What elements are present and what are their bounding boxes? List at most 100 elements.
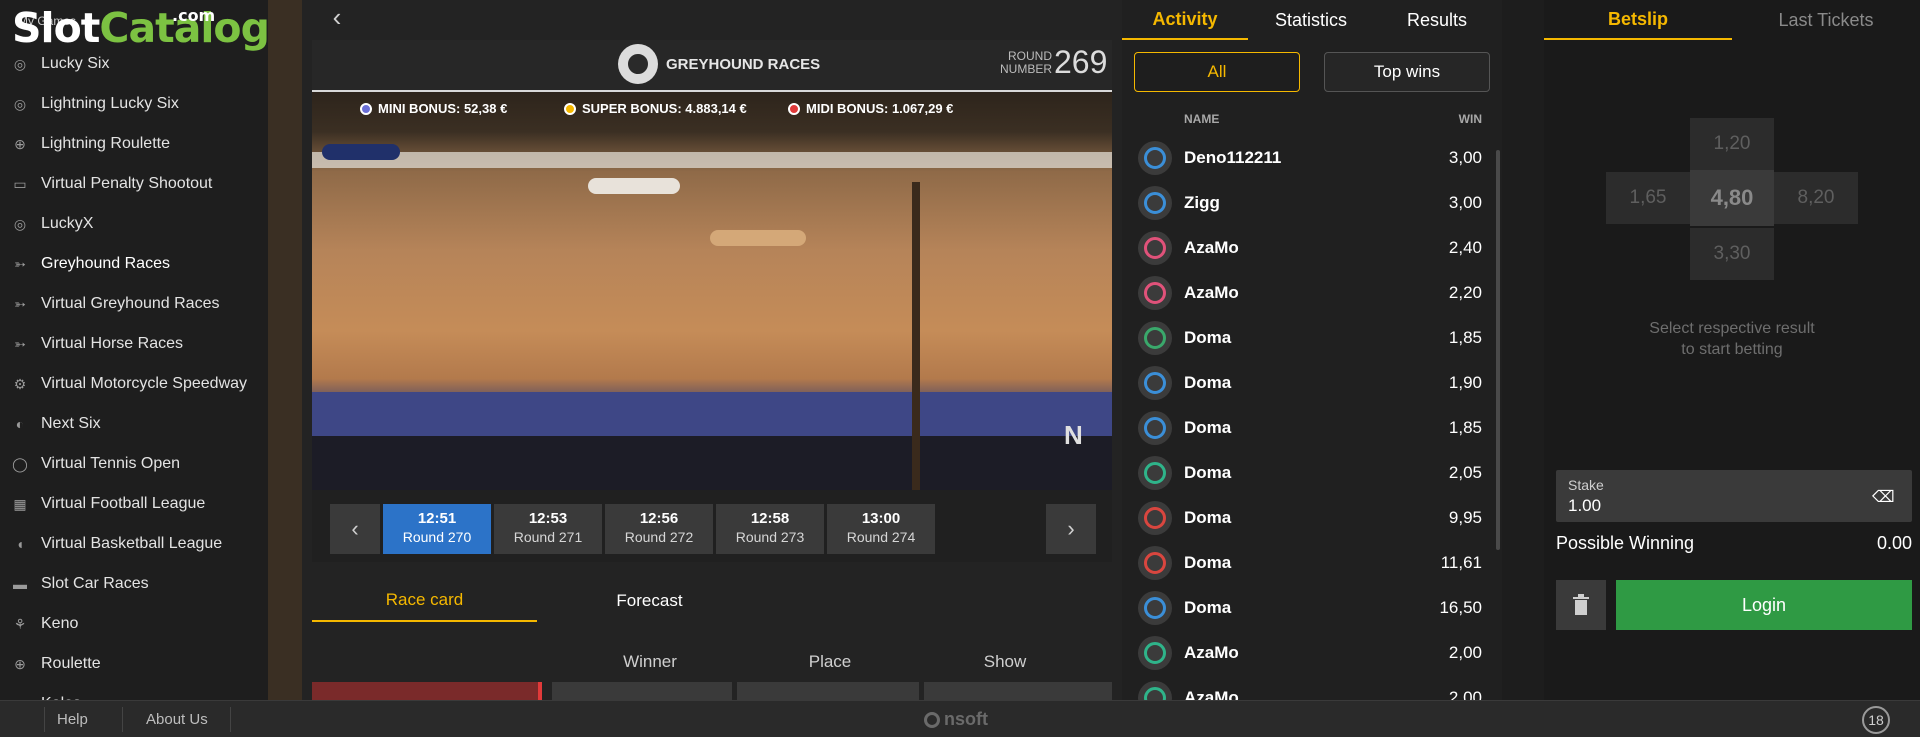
roulette-icon: ⊕ (14, 135, 26, 152)
sidebar-item-virtual-tennis-open[interactable]: ◯ Virtual Tennis Open (0, 444, 268, 484)
sidebar-item-virtual-basketball-league[interactable]: ◖ Virtual Basketball League (0, 524, 268, 564)
tab-betslip[interactable]: Betslip (1544, 0, 1732, 40)
sidebar-item-virtual-football-league[interactable]: ▦ Virtual Football League (0, 484, 268, 524)
track-fence (312, 392, 1112, 436)
game-panel: ‹ GREYHOUND RACES ROUNDNUMBER 269 MINI (302, 0, 1122, 702)
clear-betslip-button[interactable] (1556, 580, 1606, 630)
round-card[interactable]: 12:58 Round 273 (716, 504, 824, 554)
sidebar-item-greyhound-races[interactable]: ➳ Greyhound Races (0, 244, 268, 284)
odds-center[interactable]: 4,80 (1690, 170, 1774, 226)
sidebar-item-label: Lucky Six (41, 55, 110, 72)
activity-row: AzaMo 2,20 (1122, 270, 1492, 315)
sidebar-item-kolos[interactable]: ⊙Kolos (0, 684, 268, 700)
sidebar-item-lightning-roulette[interactable]: ⊕ Lightning Roulette (0, 124, 268, 164)
age-restriction-badge: 18 (1862, 706, 1890, 734)
tab-race-card[interactable]: Race card (312, 580, 537, 622)
stake-input[interactable]: Stake 1.00 ⌫ (1556, 470, 1912, 522)
show-odds-cell[interactable] (924, 682, 1112, 702)
tab-activity[interactable]: Activity (1122, 0, 1248, 40)
track-pole (912, 182, 920, 490)
round-card[interactable]: 13:00 Round 274 (827, 504, 935, 554)
game-title: GREYHOUND RACES (666, 55, 821, 73)
rounds-next-button[interactable]: › (1046, 504, 1096, 554)
bonus-bar: MINI BONUS: 52,38 € SUPER BONUS: 4.883,1… (312, 92, 1112, 126)
sidebar-item-label: Roulette (41, 655, 101, 672)
activity-win-amount: 1,85 (1448, 328, 1482, 347)
activity-header: NAME WIN (1122, 112, 1492, 128)
virtual-greyhound-icon: ➳ (14, 295, 26, 312)
tennis-icon: ◯ (12, 455, 28, 472)
roulette-icon: ⊕ (14, 655, 26, 672)
greyhound-logo-icon (618, 44, 658, 84)
odds-left[interactable]: 1,65 (1606, 172, 1690, 224)
winner-odds-cell[interactable] (552, 682, 732, 702)
login-button[interactable]: Login (1616, 580, 1912, 630)
odds-bottom[interactable]: 3,30 (1690, 228, 1774, 280)
super-bonus: SUPER BONUS: 4.883,14 € (564, 101, 747, 116)
sidebar-item-next-six[interactable]: ◐ Next Six (0, 404, 268, 444)
sidebar-item-roulette[interactable]: ⊕ Roulette (0, 644, 268, 684)
round-card[interactable]: 12:51 Round 270 (383, 504, 491, 554)
rounds-prev-button[interactable]: ‹ (330, 504, 380, 554)
background-strip (1502, 0, 1544, 700)
filter-top-wins-button[interactable]: Top wins (1324, 52, 1490, 92)
sidebar-item-keno[interactable]: ⚘ Keno (0, 604, 268, 644)
activity-scrollbar[interactable] (1496, 150, 1500, 550)
activity-player-name: Deno112211 (1184, 148, 1282, 167)
user-avatar-icon (1138, 231, 1172, 265)
tab-forecast[interactable]: Forecast (537, 580, 762, 622)
user-avatar-icon (1138, 186, 1172, 220)
sidebar-item-virtual-greyhound-races[interactable]: ➳ Virtual Greyhound Races (0, 284, 268, 324)
round-label: ROUND NUMBER (999, 49, 1052, 76)
backspace-icon[interactable]: ⌫ (1872, 487, 1895, 506)
tab-results[interactable]: Results (1374, 0, 1500, 40)
betslip-message: Select respective result to start betting (1649, 320, 1815, 358)
help-link[interactable]: Help (57, 711, 88, 728)
crowd (312, 436, 1112, 490)
stake-value[interactable]: 1.00 (1568, 496, 1601, 516)
tab-last-tickets[interactable]: Last Tickets (1732, 0, 1920, 40)
user-avatar-icon (1138, 546, 1172, 580)
possible-winning-value: 0.00 (1876, 533, 1912, 553)
sidebar-item-luckyx[interactable]: ◎ LuckyX (0, 204, 268, 244)
tab-statistics[interactable]: Statistics (1248, 0, 1374, 40)
activity-list: Deno112211 3,00 Zigg 3,00 AzaMo 2,40 AzaMo 2,20… (1122, 135, 1492, 720)
sidebar-item-label: Virtual Horse Races (41, 335, 183, 352)
column-place: Place (808, 652, 852, 671)
activity-tabs: Activity Statistics Results (1122, 0, 1502, 40)
filter-all-button[interactable]: All (1134, 52, 1300, 92)
sidebar-item-lucky-six[interactable]: ◎ Lucky Six (0, 44, 268, 84)
sidebar-item-slot-car-races[interactable]: ▬ Slot Car Races (0, 564, 268, 604)
user-avatar-icon (1138, 411, 1172, 445)
lightning-lucky-six-icon: ◎ (13, 95, 27, 112)
round-card[interactable]: 12:56 Round 272 (605, 504, 713, 554)
chevron-right-icon: › (1067, 516, 1075, 541)
activity-win-amount: 16,50 (1439, 598, 1482, 617)
place-odds-cell[interactable] (737, 682, 919, 702)
sidebar-item-lightning-lucky-six[interactable]: ◎ Lightning Lucky Six (0, 84, 268, 124)
sidebar-item-virtual-motorcycle-speedway[interactable]: ⚙ Virtual Motorcycle Speedway (0, 364, 268, 404)
back-button[interactable]: ‹ (322, 2, 352, 32)
activity-win-amount: 1,85 (1448, 418, 1482, 437)
greyhound-dog (710, 230, 806, 246)
activity-win-amount: 3,00 (1448, 193, 1482, 212)
activity-player-name: AzaMo (1184, 238, 1239, 257)
mini-bonus-icon (360, 102, 372, 115)
sidebar-item-virtual-horse-races[interactable]: ➳ Virtual Horse Races (0, 324, 268, 364)
sidebar-item-virtual-penalty-shootout[interactable]: ▭ Virtual Penalty Shootout (0, 164, 268, 204)
odds-top[interactable]: 1,20 (1690, 118, 1774, 170)
nsoft-logo: nsoft (924, 709, 988, 730)
activity-player-name: Doma (1184, 328, 1232, 347)
user-avatar-icon (1138, 366, 1172, 400)
sidebar-item-label: Virtual Basketball League (41, 535, 223, 552)
activity-player-name: AzaMo (1184, 643, 1239, 662)
super-bonus-icon (564, 102, 576, 115)
nsoft-logo-icon (924, 711, 940, 728)
sidebar-item-label: Lightning Roulette (41, 135, 170, 152)
activity-panel: Activity Statistics Results All Top wins… (1122, 0, 1502, 715)
round-card[interactable]: 12:53 Round 271 (494, 504, 602, 554)
about-us-link[interactable]: About Us (146, 711, 208, 728)
odds-right[interactable]: 8,20 (1774, 172, 1858, 224)
activity-row: Doma 1,90 (1122, 360, 1492, 405)
activity-row: Doma 2,05 (1122, 450, 1492, 495)
